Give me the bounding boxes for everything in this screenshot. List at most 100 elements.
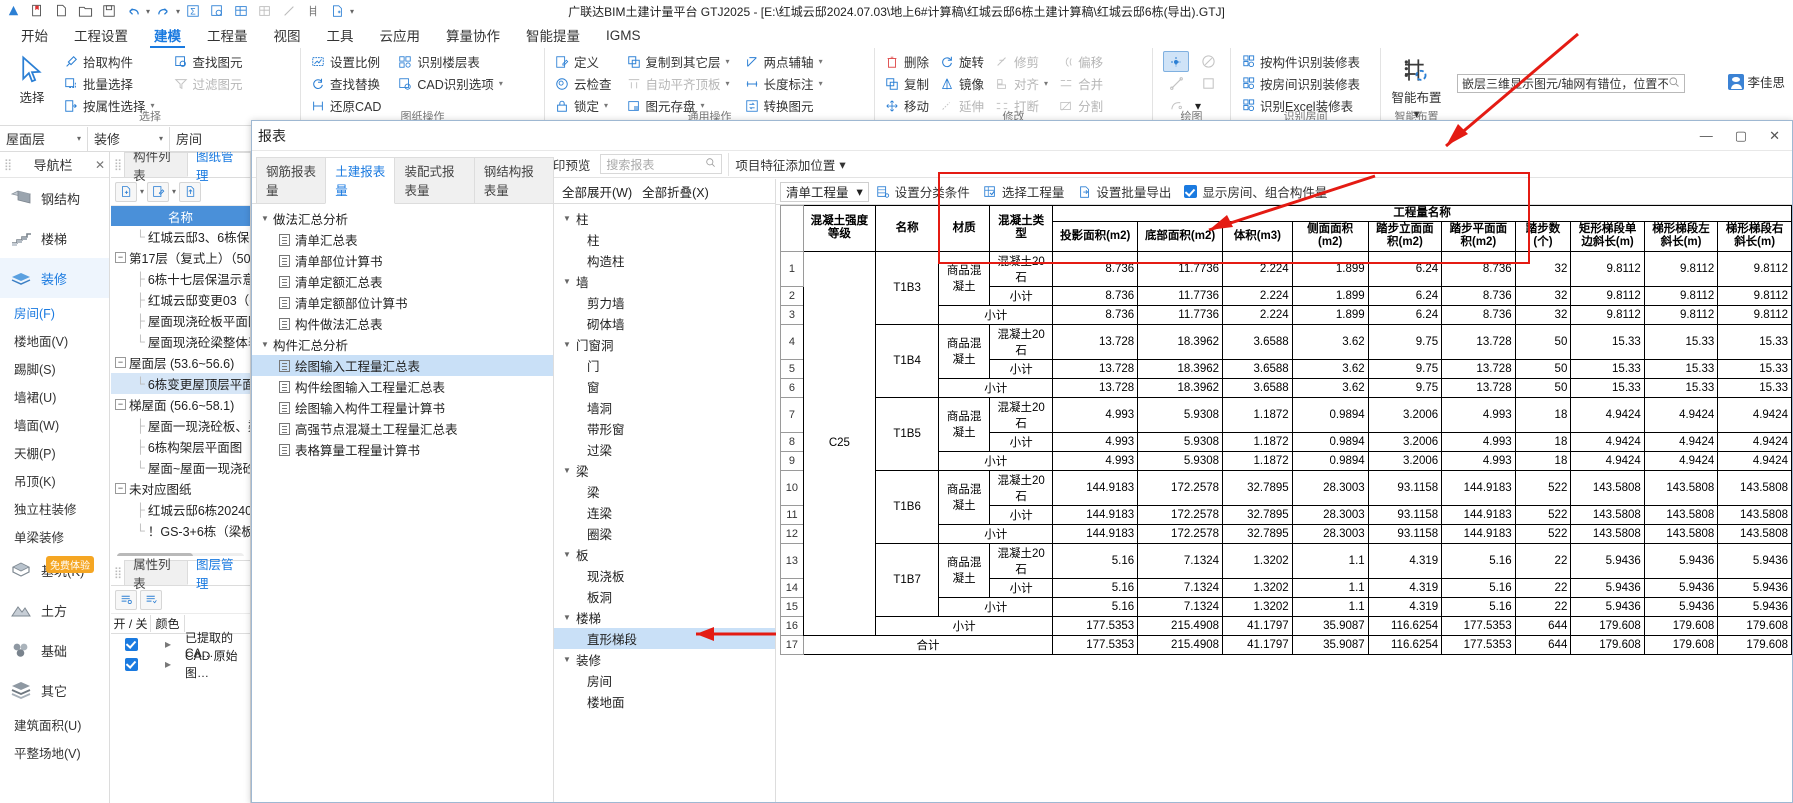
tree-row[interactable]: ├红城云邸6栋20240129… [111,499,250,520]
tree-row[interactable]: − 屋面层 (53.6~56.6) [111,352,250,373]
layer-checkbox[interactable] [124,637,138,651]
chevron-down-icon[interactable]: ▼ [563,277,571,286]
chevron-down-icon[interactable]: ▼ [563,340,571,349]
show-room-combo-checkbox[interactable] [1184,185,1198,198]
menu-item-collaboration[interactable]: 算量协作 [433,22,513,48]
report-group-component-analysis[interactable]: ▼ 构件汇总分析 [252,334,553,355]
report-group-method-analysis[interactable]: ▼ 做法汇总分析 [252,208,553,229]
tree-row[interactable]: └屋面现浇砼梁整体表示… [111,331,250,352]
two-point-axis-button[interactable]: 两点辅轴 ▾ [741,51,828,72]
drag-grip-icon[interactable]: ⣿ [4,158,12,171]
menu-item-modeling[interactable]: 建模 [141,22,194,48]
element-group-beam[interactable]: ▼ 梁 [554,460,775,481]
chevron-down-icon[interactable]: ▾ [839,157,845,172]
chevron-down-icon[interactable]: ▾ [819,79,823,88]
more-icon[interactable]: ▾ [350,7,354,16]
menu-item-cloud[interactable]: 云应用 [367,22,434,48]
help-search-input[interactable]: 嵌层三维显示图元/轴网有错位，位置不对应如何处理？ [1462,75,1668,92]
sidebar-item-other[interactable]: 其它 [0,670,109,710]
report-type-tabs[interactable]: 钢筋报表量 土建报表量 装配式报表量 钢结构报表量 [252,157,554,204]
select-tool-button[interactable]: 选择 [6,51,58,106]
help-search-box[interactable]: 嵌层三维显示图元/轴网有错位，位置不对应如何处理？ [1457,74,1685,93]
save-icon[interactable] [98,1,120,21]
layer-checkbox[interactable] [124,657,138,671]
element-item-column[interactable]: 柱 [554,229,775,250]
element-item-window[interactable]: 窗 [554,376,775,397]
set-scale-button[interactable]: 设置比例 [307,51,386,72]
delete-button[interactable]: 删除 [881,51,934,72]
quick-access-toolbar[interactable]: ▾ ▾ Σ ▾ [0,1,354,21]
insert-icon[interactable] [326,1,348,21]
layer-edit-icon[interactable] [140,589,162,610]
layer-show-icon[interactable] [115,589,137,610]
tree-row[interactable]: └屋面~屋面一现浇砼墙… [111,457,250,478]
redo-icon[interactable] [152,1,174,21]
cad-recognize-options-button[interactable]: CAD识别选项 ▾ [394,73,507,94]
report-item-list-position-calc[interactable]: 清单部位计算书 [252,250,553,271]
main-menu-bar[interactable]: 开始 工程设置 建模 工程量 视图 工具 云应用 算量协作 智能提量 IGMS [0,22,1793,48]
element-item-shear-wall[interactable]: 剪力墙 [554,292,775,313]
find-element-icon[interactable] [206,1,228,21]
undo-caret-icon[interactable]: ▾ [146,7,150,16]
element-group-column[interactable]: ▼ 柱 [554,208,775,229]
expand-all-button[interactable]: 全部展开(W) [562,182,632,201]
color-swatch-icon[interactable]: ▸ [151,637,185,651]
rect-draw-icon[interactable] [1195,73,1221,94]
menu-item-quantity[interactable]: 工程量 [194,22,261,48]
chevron-down-icon[interactable]: ▼ [563,613,571,622]
sidebar-item-skirting[interactable]: 踢脚(S) [0,354,109,382]
menu-item-project-settings[interactable]: 工程设置 [61,22,141,48]
drag-grip-icon[interactable]: ⣿ [114,566,122,579]
element-item-cast-in-place-slab[interactable]: 现浇板 [554,565,775,586]
element-item-wall-hole[interactable]: 墙洞 [554,397,775,418]
rotate-button[interactable]: 旋转 [936,51,989,72]
recognize-by-component-button[interactable]: 按构件识别装修表 [1237,51,1365,72]
sidebar-item-earthwork[interactable]: 土方 [0,590,109,630]
auto-align-top-button[interactable]: 自动平齐顶板 ▾ [623,73,735,94]
sidebar-item-stair[interactable]: 楼梯 [0,218,109,258]
element-group-door-window-hole[interactable]: ▼ 门窗洞 [554,334,775,355]
tab-prefab-report[interactable]: 装配式报表量 [394,157,475,203]
edit-drawing-icon[interactable] [147,181,170,202]
chevron-down-icon[interactable]: ▼ [261,214,269,223]
tab-component-list[interactable]: 构件列表 [124,152,189,183]
report-item-list-summary[interactable]: 清单汇总表 [252,229,553,250]
sidebar-item-decoration[interactable]: 装修 [0,258,109,298]
layer-table-icon[interactable] [230,1,252,21]
report-search-box[interactable]: 搜索报表 [600,154,723,174]
sidebar-item-wall-surface[interactable]: 墙面(W) [0,410,109,438]
category-selector[interactable]: 装修 ▾ [88,126,170,151]
sidebar-item-suspended-ceiling[interactable]: 吊顶(K) [0,466,109,494]
menu-item-igms[interactable]: IGMS [593,22,654,48]
tree-row[interactable]: └红城云邸3、6栋保温示… [111,226,250,247]
tree-row[interactable]: ├屋面一现浇砼板、梁整… [111,415,250,436]
tree-row[interactable]: ├ 6栋构架层平面图 [111,436,250,457]
report-item-draw-input-summary[interactable]: 绘图输入工程量汇总表 [252,355,553,376]
chevron-down-icon[interactable]: ▾ [819,57,823,66]
element-item-straight-stair-flight[interactable]: 直形梯段 [554,628,775,649]
layer-row[interactable]: ▸ CAD 原始图… [111,649,250,680]
table-row[interactable]: 4 T1B4 商品混凝土 混凝土20石 13.728 18.3962 3.658… [780,323,1792,398]
merge-button[interactable]: 合并 [1055,73,1108,94]
search-icon[interactable] [1668,76,1680,91]
sidebar-item-foundation[interactable]: 基础 [0,630,109,670]
import-drawing-icon[interactable] [179,181,202,202]
sum-icon[interactable]: Σ [182,1,204,21]
tree-row[interactable]: − 未对应图纸 [111,478,250,499]
element-group-wall[interactable]: ▼ 墙 [554,271,775,292]
chevron-down-icon[interactable]: ▾ [140,187,144,196]
chevron-down-icon[interactable]: ▾ [499,79,503,88]
circle-draw-icon[interactable] [1195,51,1221,72]
element-item-lintel[interactable]: 过梁 [554,439,775,460]
element-group-stair[interactable]: ▼ 楼梯 [554,607,775,628]
sidebar-item-wainscot[interactable]: 墙裙(U) [0,382,109,410]
table-row[interactable]: 10 T1B6 商品混凝土 混凝土20石 144.9183 172.2578 3… [780,469,1792,544]
color-swatch-icon[interactable]: ▸ [151,657,185,671]
report-search-input[interactable]: 搜索报表 [606,156,705,173]
menu-item-start[interactable]: 开始 [8,22,61,48]
point-draw-icon[interactable] [1163,51,1189,72]
floor-selector[interactable]: 屋面层 ▾ [0,126,88,151]
set-classify-condition-button[interactable]: 设置分类条件 [870,180,976,203]
menu-item-view[interactable]: 视图 [261,22,314,48]
element-item-door[interactable]: 门 [554,355,775,376]
